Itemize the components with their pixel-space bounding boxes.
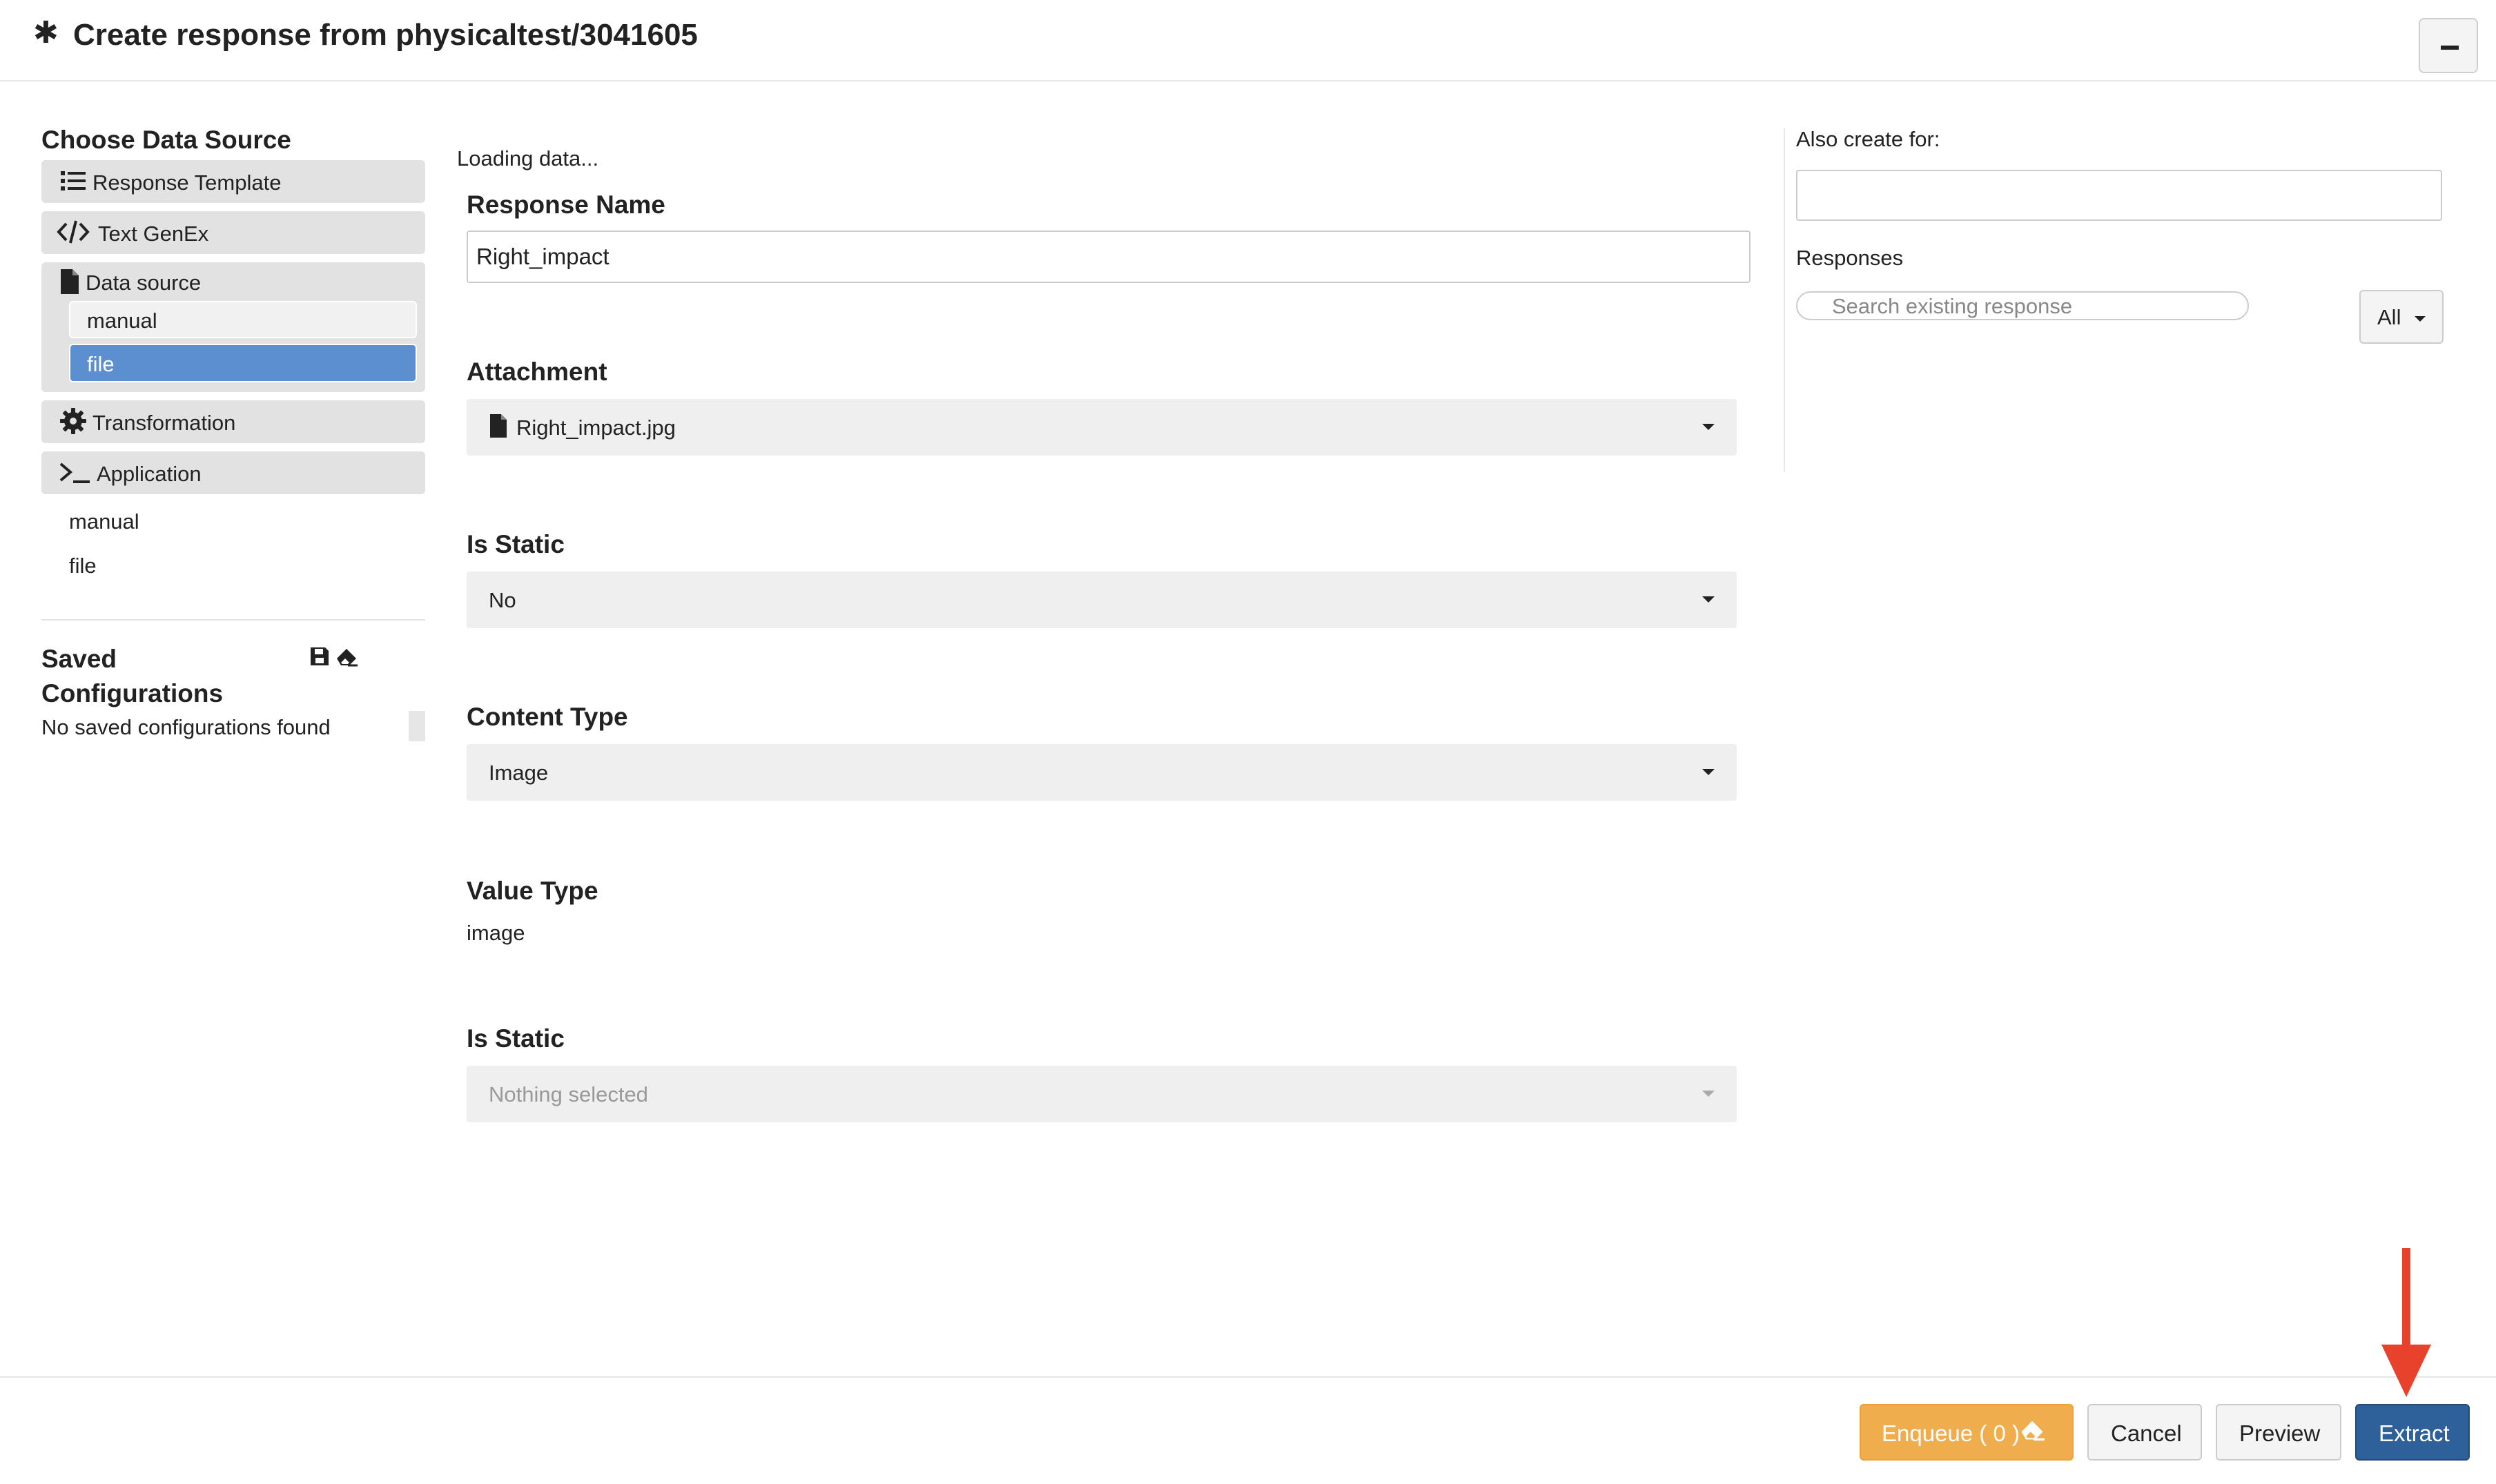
search-response-input[interactable]: Search existing response	[1796, 291, 2249, 320]
responses-filter-dropdown[interactable]: All	[2359, 290, 2444, 344]
attachment-value: Right_impact.jpg	[516, 416, 676, 440]
application-label: Application	[97, 462, 202, 486]
transformation-label: Transformation	[92, 411, 236, 435]
extract-button[interactable]: Extract	[2355, 1404, 2470, 1461]
is-static-value: No	[489, 588, 516, 612]
caret-down-icon	[1702, 424, 1715, 430]
also-create-for-input[interactable]	[1796, 170, 2442, 221]
is-static-placeholder: Nothing selected	[489, 1082, 648, 1106]
eraser-icon[interactable]	[334, 646, 359, 667]
file-icon	[61, 269, 79, 294]
text-genex-label: Text GenEx	[98, 222, 209, 246]
responses-label: Responses	[1796, 246, 1904, 270]
sidebar-scrollbar[interactable]	[409, 711, 425, 741]
loading-text: Loading data...	[457, 146, 599, 170]
data-source-label: Data source	[86, 271, 202, 295]
gear-icon	[60, 408, 86, 434]
preview-button[interactable]: Preview	[2216, 1404, 2341, 1461]
extract-label: Extract	[2379, 1420, 2450, 1446]
value-type-value: image	[467, 921, 525, 945]
cancel-label: Cancel	[2111, 1420, 2182, 1446]
application-link-file[interactable]: file	[69, 554, 97, 578]
content-type-value: Image	[489, 761, 549, 785]
asterisk-icon: ✱	[33, 16, 59, 50]
also-create-for-label: Also create for:	[1796, 127, 1940, 151]
content-type-select[interactable]: Image	[467, 744, 1737, 801]
transformation-button[interactable]: Transformation	[41, 400, 425, 443]
response-template-label: Response Template	[92, 170, 282, 195]
no-saved-configurations-text: No saved configurations found	[41, 715, 331, 739]
response-name-label: Response Name	[467, 191, 665, 219]
is-static-select-2[interactable]: Nothing selected	[467, 1066, 1737, 1122]
caret-down-icon	[1702, 769, 1715, 775]
content-type-label: Content Type	[467, 703, 628, 731]
eraser-icon	[2021, 1420, 2045, 1441]
list-icon	[61, 171, 86, 191]
terminal-icon	[59, 462, 90, 483]
text-genex-button[interactable]: Text GenEx	[41, 211, 425, 254]
response-name-input[interactable]: Right_impact	[467, 231, 1751, 283]
caret-down-icon	[1702, 596, 1715, 603]
caret-down-icon	[2415, 316, 2426, 322]
application-link-manual[interactable]: manual	[69, 509, 139, 534]
is-static-label: Is Static	[467, 530, 565, 558]
responses-filter-label: All	[2377, 305, 2401, 329]
code-icon	[57, 220, 90, 244]
saved-configurations-title: Saved Configurations	[41, 645, 224, 707]
annotation-arrow-icon	[2381, 1248, 2431, 1397]
save-icon[interactable]	[309, 646, 330, 667]
search-response-placeholder: Search existing response	[1832, 294, 2073, 318]
file-icon	[490, 414, 507, 438]
choose-data-source-title: Choose Data Source	[41, 126, 291, 154]
footer-divider	[0, 1376, 2496, 1378]
is-static-select[interactable]: No	[467, 572, 1737, 628]
preview-label: Preview	[2239, 1420, 2321, 1446]
attachment-label: Attachment	[467, 358, 607, 386]
attachment-select[interactable]: Right_impact.jpg	[467, 399, 1737, 456]
right-panel-divider	[1784, 128, 1785, 472]
is-static-label-2: Is Static	[467, 1024, 565, 1053]
caret-down-icon	[1702, 1091, 1715, 1097]
dialog-title: Create response from physicaltest/304160…	[73, 18, 698, 52]
data-source-option-file[interactable]: file	[69, 344, 417, 382]
minimize-button[interactable]	[2419, 18, 2478, 73]
minus-icon	[2441, 46, 2459, 50]
sidebar-divider	[41, 619, 425, 621]
application-button[interactable]: Application	[41, 451, 425, 494]
value-type-label: Value Type	[467, 877, 598, 905]
enqueue-label: Enqueue ( 0 )	[1882, 1420, 2020, 1446]
cancel-button[interactable]: Cancel	[2087, 1404, 2202, 1461]
data-source-option-manual[interactable]: manual	[69, 301, 417, 338]
response-template-button[interactable]: Response Template	[41, 160, 425, 203]
